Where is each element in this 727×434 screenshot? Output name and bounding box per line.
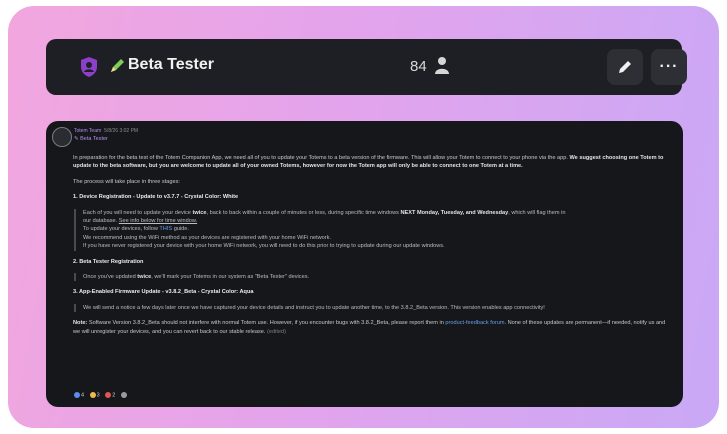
blue-heart-icon (74, 392, 80, 398)
stage1-text: Each of you will need to update your dev… (83, 209, 191, 216)
message-content: In preparation for the beta test of the … (73, 154, 671, 336)
add-reaction-button[interactable] (120, 392, 128, 398)
stage1-quote: Each of you will need to update your dev… (74, 208, 671, 251)
message-meta: Totem Team 5/8/26 3:02 PM (74, 128, 138, 134)
stage2-text: Once you've updated (83, 274, 136, 281)
edited-tag: (edited) (267, 328, 286, 335)
reaction-red-heart[interactable]: 2 (105, 392, 115, 398)
red-heart-icon (105, 392, 112, 398)
stage1-bold-days: NEXT Monday, Tuesday, and Wednesday (400, 209, 509, 216)
add-reaction-icon (120, 392, 127, 398)
stage1-text: guide. (173, 226, 189, 233)
more-icon: ··· (659, 58, 679, 75)
stage1-text: our database. (83, 218, 118, 225)
stages-intro: The process will take place in three sta… (73, 178, 180, 185)
more-options-button[interactable]: ··· (651, 49, 687, 85)
author-name[interactable]: Totem Team (74, 128, 101, 134)
guide-link[interactable]: THIS (159, 226, 172, 232)
reaction-count: 2 (112, 392, 116, 399)
stage1-wifi-line: We recommend using the WiFi method as yo… (83, 234, 331, 241)
note-label: Note: (73, 320, 88, 327)
stage3-title: 3. App-Enabled Firmware Update - v3.8.2_… (73, 289, 254, 296)
stage2-quote: Once you've updated twice, we'll mark yo… (74, 273, 671, 282)
shield-icon (81, 57, 97, 77)
timestamp: 5/8/26 3:02 PM (104, 128, 139, 134)
channel-header: Beta Tester 84 ··· (46, 39, 687, 95)
stage1-text: , which will flag them in (508, 209, 566, 216)
avatar[interactable] (52, 127, 72, 147)
intro-paragraph: In preparation for the beta test of the … (73, 154, 671, 171)
reaction-count: 3 (96, 392, 100, 399)
channel-title: Beta Tester (128, 56, 214, 73)
stage1-title: 1. Device Registration - Update to v3.7.… (73, 194, 239, 201)
stage1-bold: twice (192, 209, 207, 216)
user-icon (435, 57, 449, 74)
reaction-clap[interactable]: 3 (89, 392, 100, 399)
stage2-title: 2. Beta Tester Registration (73, 258, 144, 265)
stage1-text: To update your devices, follow (83, 226, 158, 233)
reaction-count: 4 (81, 392, 85, 399)
reaction-blue-heart[interactable]: 4 (74, 392, 84, 398)
stage3-quote: We will send a notice a few days later o… (74, 303, 671, 313)
note-text: Software Version 3.8.2_Beta should not i… (88, 320, 444, 327)
reply-target-label: Beta Tester (80, 136, 108, 142)
clap-icon (89, 392, 96, 398)
member-count: 84 (410, 58, 427, 75)
intro-text: In preparation for the beta test of the … (73, 155, 568, 161)
pencil-icon (619, 61, 631, 73)
stage2-text: , we'll mark your Totems in our system a… (151, 274, 310, 281)
message-post: Totem Team 5/8/26 3:02 PM ✎ Beta Tester I… (46, 121, 683, 407)
pencil-emoji-icon (111, 59, 124, 72)
stage1-text: , back to back within a couple of minute… (206, 209, 399, 216)
edit-button[interactable] (607, 49, 643, 85)
stage1-wifi-note: If you have never registered your device… (83, 243, 445, 250)
window-frame: Beta Tester 84 ··· Totem Team 5/8/26 3:02… (8, 6, 719, 428)
stage2-bold: twice (137, 274, 152, 281)
reply-target[interactable]: ✎ Beta Tester (74, 136, 108, 142)
feedback-forum-link[interactable]: product-feedback forum (445, 320, 504, 326)
stage3-text: We will send a notice a few days later o… (83, 304, 545, 311)
note-paragraph: Note: Software Version 3.8.2_Beta should… (73, 319, 671, 336)
time-window-link[interactable]: See info below for time window. (119, 218, 197, 224)
reactions-bar: 4 3 2 (74, 392, 132, 398)
